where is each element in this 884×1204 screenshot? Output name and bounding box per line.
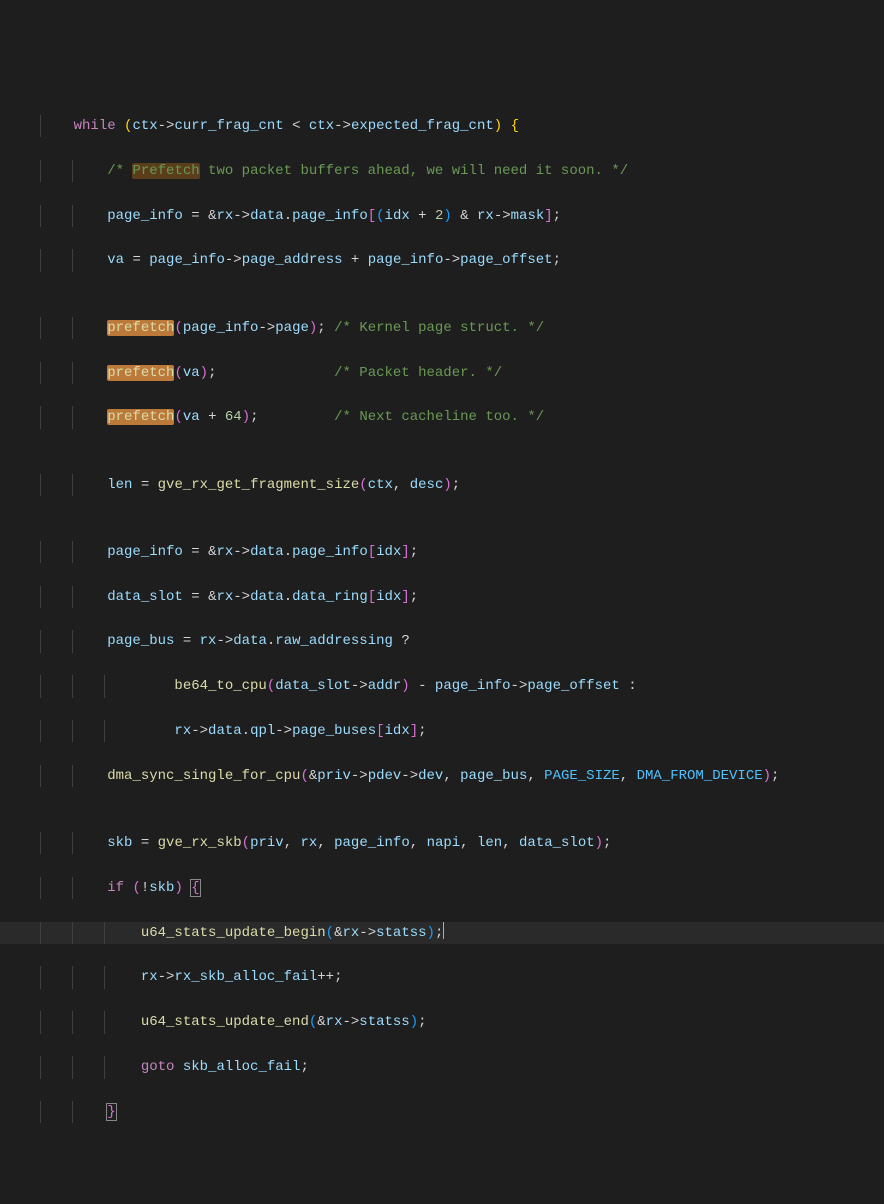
- keyword-while: while: [74, 118, 116, 134]
- keyword-goto: goto: [141, 1059, 175, 1075]
- code-line: len = gve_rx_get_fragment_size(ctx, desc…: [0, 474, 884, 496]
- code-line: /* Prefetch two packet buffers ahead, we…: [0, 160, 884, 182]
- code-line: skb = gve_rx_skb(priv, rx, page_info, na…: [0, 832, 884, 854]
- code-line: page_info = &rx->data.page_info[idx];: [0, 541, 884, 563]
- code-line: rx->rx_skb_alloc_fail++;: [0, 966, 884, 988]
- code-line: prefetch(page_info->page); /* Kernel pag…: [0, 317, 884, 339]
- code-line: u64_stats_update_end(&rx->statss);: [0, 1011, 884, 1033]
- code-line: page_info = &rx->data.page_info[(idx + 2…: [0, 205, 884, 227]
- code-line: dma_sync_single_for_cpu(&priv->pdev->dev…: [0, 765, 884, 787]
- code-line: while (ctx->curr_frag_cnt < ctx->expecte…: [0, 115, 884, 137]
- highlighted-word: prefetch: [107, 409, 174, 425]
- highlighted-word: prefetch: [107, 365, 174, 381]
- highlighted-word: prefetch: [107, 320, 174, 336]
- matching-brace-close: }: [106, 1103, 116, 1121]
- matching-brace-open: {: [190, 879, 200, 897]
- highlighted-word: Prefetch: [132, 163, 199, 179]
- keyword-if: if: [107, 880, 124, 896]
- code-line: }: [0, 1101, 884, 1123]
- code-editor[interactable]: while (ctx->curr_frag_cnt < ctx->expecte…: [0, 93, 884, 1146]
- code-line-active: u64_stats_update_begin(&rx->statss);: [0, 922, 884, 944]
- code-line: goto skb_alloc_fail;: [0, 1056, 884, 1078]
- code-line: be64_to_cpu(data_slot->addr) - page_info…: [0, 675, 884, 697]
- code-line: va = page_info->page_address + page_info…: [0, 249, 884, 271]
- code-line: data_slot = &rx->data.data_ring[idx];: [0, 586, 884, 608]
- code-line: prefetch(va + 64); /* Next cacheline too…: [0, 406, 884, 428]
- code-line: if (!skb) {: [0, 877, 884, 899]
- code-line: rx->data.qpl->page_buses[idx];: [0, 720, 884, 742]
- code-line: prefetch(va); /* Packet header. */: [0, 362, 884, 384]
- text-cursor: [443, 922, 444, 939]
- code-line: page_bus = rx->data.raw_addressing ?: [0, 630, 884, 652]
